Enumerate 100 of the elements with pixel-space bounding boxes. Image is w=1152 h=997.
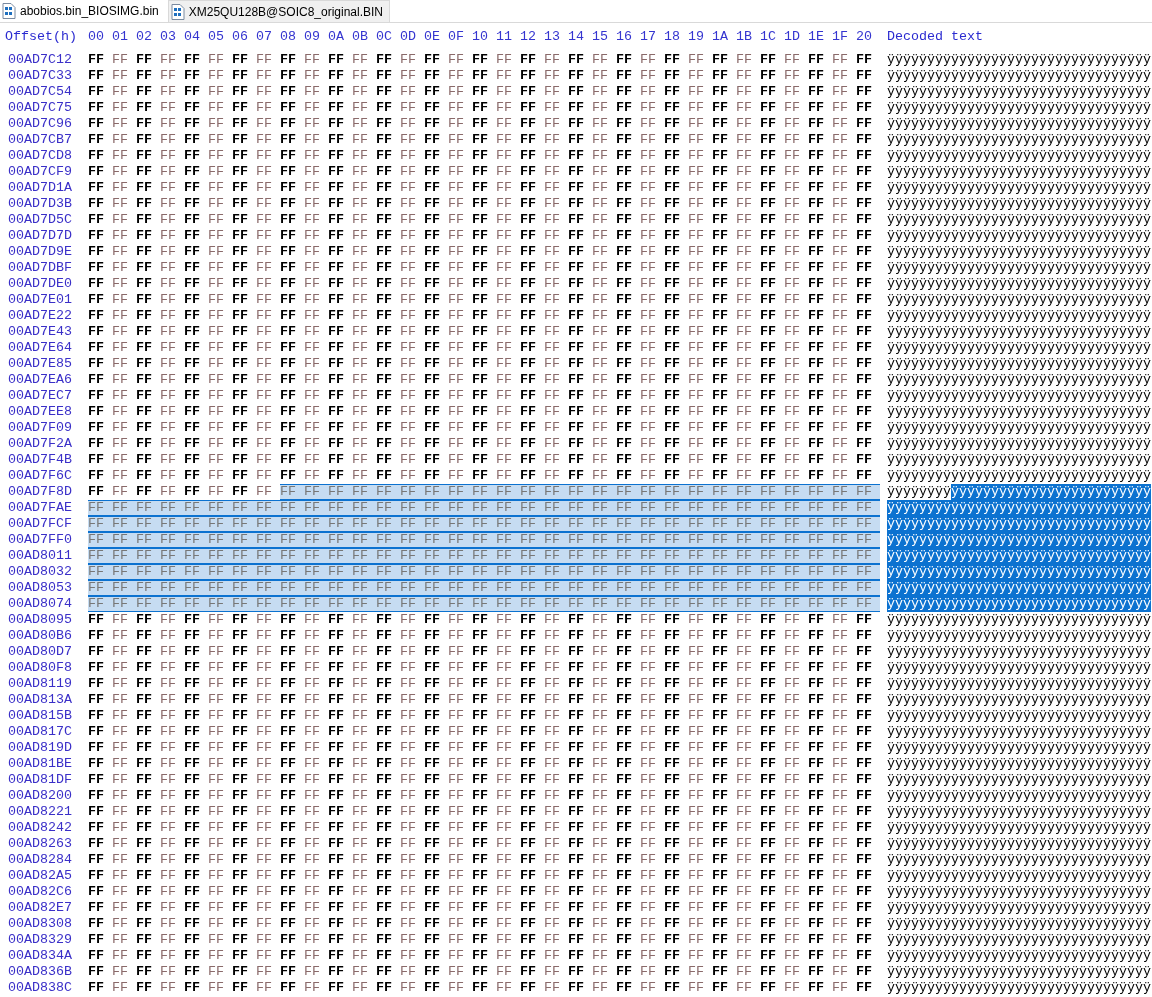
hex-bytes[interactable]: FF FF FF FF FF FF FF FF FF FF FF FF FF FF FF FF FF FF FF FF FF FF FF FF FF FF FF FF FF FF FF FF FF (88, 900, 880, 916)
decoded-text[interactable]: ÿÿÿÿÿÿÿÿÿÿÿÿÿÿÿÿÿÿÿÿÿÿÿÿÿÿÿÿÿÿÿÿÿ (887, 244, 1151, 260)
decoded-text[interactable]: ÿÿÿÿÿÿÿÿÿÿÿÿÿÿÿÿÿÿÿÿÿÿÿÿÿÿÿÿÿÿÿÿÿ (887, 436, 1151, 452)
hex-bytes[interactable]: FF FF FF FF FF FF FF FF FF FF FF FF FF FF FF FF FF FF FF FF FF FF FF FF FF FF FF FF FF FF FF FF FF (88, 852, 880, 868)
decoded-text[interactable]: ÿÿÿÿÿÿÿÿÿÿÿÿÿÿÿÿÿÿÿÿÿÿÿÿÿÿÿÿÿÿÿÿÿ (887, 276, 1151, 292)
hex-bytes[interactable]: FF FF FF FF FF FF FF FF FF FF FF FF FF FF FF FF FF FF FF FF FF FF FF FF FF FF FF FF FF FF FF FF FF (88, 724, 880, 740)
hex-bytes[interactable]: FF FF FF FF FF FF FF FF FF FF FF FF FF FF FF FF FF FF FF FF FF FF FF FF FF FF FF FF FF FF FF FF FF (88, 836, 880, 852)
decoded-text[interactable]: ÿÿÿÿÿÿÿÿÿÿÿÿÿÿÿÿÿÿÿÿÿÿÿÿÿÿÿÿÿÿÿÿÿ (887, 836, 1151, 852)
decoded-text[interactable]: ÿÿÿÿÿÿÿÿÿÿÿÿÿÿÿÿÿÿÿÿÿÿÿÿÿÿÿÿÿÿÿÿÿ (887, 820, 1151, 836)
hex-bytes[interactable]: FF FF FF FF FF FF FF FF FF FF FF FF FF FF FF FF FF FF FF FF FF FF FF FF FF FF FF FF FF FF FF FF FF (88, 644, 880, 660)
decoded-text[interactable]: ÿÿÿÿÿÿÿÿÿÿÿÿÿÿÿÿÿÿÿÿÿÿÿÿÿÿÿÿÿÿÿÿÿ (887, 580, 1151, 596)
hex-bytes[interactable]: FF FF FF FF FF FF FF FF FF FF FF FF FF FF FF FF FF FF FF FF FF FF FF FF FF FF FF FF FF FF FF FF FF (88, 468, 880, 484)
decoded-text[interactable]: ÿÿÿÿÿÿÿÿÿÿÿÿÿÿÿÿÿÿÿÿÿÿÿÿÿÿÿÿÿÿÿÿÿ (887, 372, 1151, 388)
decoded-text[interactable]: ÿÿÿÿÿÿÿÿÿÿÿÿÿÿÿÿÿÿÿÿÿÿÿÿÿÿÿÿÿÿÿÿÿ (887, 932, 1151, 948)
hex-bytes[interactable]: FF FF FF FF FF FF FF FF FF FF FF FF FF FF FF FF FF FF FF FF FF FF FF FF FF FF FF FF FF FF FF FF FF (88, 916, 880, 932)
decoded-text[interactable]: ÿÿÿÿÿÿÿÿ (887, 484, 951, 500)
hex-bytes[interactable]: FF FF FF FF FF FF FF FF FF FF FF FF FF FF FF FF FF FF FF FF FF FF FF FF FF FF FF FF FF FF FF FF FF (88, 180, 880, 196)
file-tab[interactable]: XM25QU128B@SOIC8_original.BIN (167, 0, 391, 22)
decoded-text[interactable]: ÿÿÿÿÿÿÿÿÿÿÿÿÿÿÿÿÿÿÿÿÿÿÿÿÿÿÿÿÿÿÿÿÿ (887, 308, 1151, 324)
hex-bytes[interactable]: FF FF FF FF FF FF FF FF FF FF FF FF FF FF FF FF FF FF FF FF FF FF FF FF FF FF FF FF FF FF FF FF FF (88, 772, 880, 788)
decoded-text[interactable]: ÿÿÿÿÿÿÿÿÿÿÿÿÿÿÿÿÿÿÿÿÿÿÿÿÿÿÿÿÿÿÿÿÿ (887, 116, 1151, 132)
hex-bytes[interactable]: FF FF FF FF FF FF FF FF FF FF FF FF FF FF FF FF FF FF FF FF FF FF FF FF FF FF FF FF FF FF FF FF FF (88, 340, 880, 356)
decoded-text[interactable]: ÿÿÿÿÿÿÿÿÿÿÿÿÿÿÿÿÿÿÿÿÿÿÿÿÿÿÿÿÿÿÿÿÿ (887, 724, 1151, 740)
decoded-text[interactable]: ÿÿÿÿÿÿÿÿÿÿÿÿÿÿÿÿÿÿÿÿÿÿÿÿÿÿÿÿÿÿÿÿÿ (887, 548, 1151, 564)
hex-bytes[interactable]: FF FF FF FF FF FF FF FF FF FF FF FF FF FF FF FF FF FF FF FF FF FF FF FF FF FF FF FF FF FF FF FF FF (88, 452, 880, 468)
hex-bytes[interactable]: FF FF FF FF FF FF FF FF FF FF FF FF FF FF FF FF FF FF FF FF FF FF FF FF FF FF FF FF FF FF FF FF FF (88, 932, 880, 948)
decoded-text[interactable]: ÿÿÿÿÿÿÿÿÿÿÿÿÿÿÿÿÿÿÿÿÿÿÿÿÿÿÿÿÿÿÿÿÿ (887, 772, 1151, 788)
hex-bytes[interactable]: FF FF FF FF FF FF FF FF FF FF FF FF FF FF FF FF FF FF FF FF FF FF FF FF FF FF FF FF FF FF FF FF FF (88, 116, 880, 132)
decoded-text[interactable]: ÿÿÿÿÿÿÿÿÿÿÿÿÿÿÿÿÿÿÿÿÿÿÿÿÿ (951, 484, 1151, 500)
decoded-text[interactable]: ÿÿÿÿÿÿÿÿÿÿÿÿÿÿÿÿÿÿÿÿÿÿÿÿÿÿÿÿÿÿÿÿÿ (887, 292, 1151, 308)
decoded-text[interactable]: ÿÿÿÿÿÿÿÿÿÿÿÿÿÿÿÿÿÿÿÿÿÿÿÿÿÿÿÿÿÿÿÿÿ (887, 404, 1151, 420)
decoded-text[interactable]: ÿÿÿÿÿÿÿÿÿÿÿÿÿÿÿÿÿÿÿÿÿÿÿÿÿÿÿÿÿÿÿÿÿ (887, 596, 1151, 612)
hex-bytes[interactable]: FF FF FF FF FF FF FF FF FF FF FF FF FF FF FF FF FF FF FF FF FF FF FF FF FF FF FF FF FF FF FF FF FF (88, 740, 880, 756)
hex-bytes[interactable]: FF FF FF FF FF FF FF FF FF FF FF FF FF FF FF FF FF FF FF FF FF FF FF FF FF FF FF FF FF FF FF FF FF (88, 388, 880, 404)
hex-bytes[interactable]: FF FF FF FF FF FF FF FF FF FF FF FF FF FF FF FF FF FF FF FF FF FF FF FF FF FF FF FF FF FF FF FF FF (88, 692, 880, 708)
hex-bytes[interactable]: FF FF FF FF FF FF FF FF FF FF FF FF FF FF FF FF FF FF FF FF FF FF FF FF FF FF FF FF FF FF FF FF FF (88, 404, 880, 420)
hex-bytes[interactable]: FF FF FF FF FF FF FF FF FF FF FF FF FF FF FF FF FF FF FF FF FF FF FF FF FF FF FF FF FF FF FF FF FF (88, 308, 880, 324)
decoded-text[interactable]: ÿÿÿÿÿÿÿÿÿÿÿÿÿÿÿÿÿÿÿÿÿÿÿÿÿÿÿÿÿÿÿÿÿ (887, 532, 1151, 548)
decoded-text[interactable]: ÿÿÿÿÿÿÿÿÿÿÿÿÿÿÿÿÿÿÿÿÿÿÿÿÿÿÿÿÿÿÿÿÿ (887, 260, 1151, 276)
decoded-text[interactable]: ÿÿÿÿÿÿÿÿÿÿÿÿÿÿÿÿÿÿÿÿÿÿÿÿÿÿÿÿÿÿÿÿÿ (887, 52, 1151, 68)
hex-bytes[interactable]: FF FF FF FF FF FF FF FF FF FF FF FF FF FF FF FF FF FF FF FF FF FF FF FF FF FF FF FF FF FF FF FF FF (88, 756, 880, 772)
decoded-text[interactable]: ÿÿÿÿÿÿÿÿÿÿÿÿÿÿÿÿÿÿÿÿÿÿÿÿÿÿÿÿÿÿÿÿÿ (887, 132, 1151, 148)
hex-bytes[interactable]: FF FF FF FF FF FF FF FF FF FF FF FF FF FF FF FF FF FF FF FF FF FF FF FF FF FF FF FF FF FF FF FF FF (88, 100, 880, 116)
hex-bytes[interactable]: FF FF FF FF FF FF FF FF FF FF FF FF FF FF FF FF FF FF FF FF FF FF FF FF FF FF FF FF FF FF FF FF FF (88, 372, 880, 388)
hex-bytes[interactable]: FF FF FF FF FF FF FF FF FF FF FF FF FF FF FF FF FF FF FF FF FF FF FF FF FF FF FF FF FF FF FF FF FF (88, 948, 880, 964)
hex-bytes[interactable]: FF FF FF FF FF FF FF FF FF FF FF FF FF FF FF FF FF FF FF FF FF FF FF FF FF FF FF FF FF FF FF FF FF (88, 356, 880, 372)
decoded-text[interactable]: ÿÿÿÿÿÿÿÿÿÿÿÿÿÿÿÿÿÿÿÿÿÿÿÿÿÿÿÿÿÿÿÿÿ (887, 196, 1151, 212)
decoded-text[interactable]: ÿÿÿÿÿÿÿÿÿÿÿÿÿÿÿÿÿÿÿÿÿÿÿÿÿÿÿÿÿÿÿÿÿ (887, 964, 1151, 980)
decoded-text[interactable]: ÿÿÿÿÿÿÿÿÿÿÿÿÿÿÿÿÿÿÿÿÿÿÿÿÿÿÿÿÿÿÿÿÿ (887, 564, 1151, 580)
decoded-text[interactable]: ÿÿÿÿÿÿÿÿÿÿÿÿÿÿÿÿÿÿÿÿÿÿÿÿÿÿÿÿÿÿÿÿÿ (887, 900, 1151, 916)
hex-bytes[interactable]: FF FF FF FF FF FF FF FF FF FF FF FF FF FF FF FF FF FF FF FF FF FF FF FF FF FF FF FF FF FF FF FF FF (88, 868, 880, 884)
hex-bytes[interactable]: FF FF FF FF FF FF FF FF FF FF FF FF FF FF FF FF FF FF FF FF FF FF FF FF FF FF FF FF FF FF FF FF FF (88, 196, 880, 212)
decoded-text[interactable]: ÿÿÿÿÿÿÿÿÿÿÿÿÿÿÿÿÿÿÿÿÿÿÿÿÿÿÿÿÿÿÿÿÿ (887, 756, 1151, 772)
decoded-text[interactable]: ÿÿÿÿÿÿÿÿÿÿÿÿÿÿÿÿÿÿÿÿÿÿÿÿÿÿÿÿÿÿÿÿÿ (887, 340, 1151, 356)
hex-bytes[interactable]: FF FF FF FF FF FF FF FF FF FF FF FF FF FF FF FF FF FF FF FF FF FF FF FF FF FF FF FF FF FF FF FF FF (88, 436, 880, 452)
hex-bytes[interactable]: FF FF FF FF FF FF FF FF FF FF FF FF FF FF FF FF FF FF FF FF FF FF FF FF FF FF FF FF FF FF FF FF FF (88, 804, 880, 820)
hex-bytes[interactable]: FF FF FF FF FF FF FF FF FF FF FF FF FF FF FF FF FF FF FF FF FF FF FF FF FF FF FF FF FF FF FF FF FF (88, 676, 880, 692)
hex-bytes[interactable]: FF FF FF FF FF FF FF FF FF FF FF FF FF FF FF FF FF FF FF FF FF FF FF FF FF FF FF FF FF FF FF FF FF (88, 52, 880, 68)
decoded-text[interactable]: ÿÿÿÿÿÿÿÿÿÿÿÿÿÿÿÿÿÿÿÿÿÿÿÿÿÿÿÿÿÿÿÿÿ (887, 788, 1151, 804)
decoded-text[interactable]: ÿÿÿÿÿÿÿÿÿÿÿÿÿÿÿÿÿÿÿÿÿÿÿÿÿÿÿÿÿÿÿÿÿ (887, 948, 1151, 964)
decoded-text[interactable]: ÿÿÿÿÿÿÿÿÿÿÿÿÿÿÿÿÿÿÿÿÿÿÿÿÿÿÿÿÿÿÿÿÿ (887, 916, 1151, 932)
hex-bytes[interactable]: FF FF FF FF FF FF FF FF FF FF FF FF FF FF FF FF FF FF FF FF FF FF FF FF FF FF FF FF FF FF FF FF FF (88, 964, 880, 980)
hex-bytes[interactable]: FF FF FF FF FF FF FF FF FF FF FF FF FF FF FF FF FF FF FF FF FF FF FF FF FF FF FF FF FF FF FF FF FF (88, 292, 880, 308)
decoded-text[interactable]: ÿÿÿÿÿÿÿÿÿÿÿÿÿÿÿÿÿÿÿÿÿÿÿÿÿÿÿÿÿÿÿÿÿ (887, 148, 1151, 164)
decoded-text[interactable]: ÿÿÿÿÿÿÿÿÿÿÿÿÿÿÿÿÿÿÿÿÿÿÿÿÿÿÿÿÿÿÿÿÿ (887, 660, 1151, 676)
hex-bytes[interactable]: FF FF FF FF FF FF FF FF FF FF FF FF FF FF FF FF FF FF FF FF FF FF FF FF FF FF FF FF FF FF FF FF FF (88, 276, 880, 292)
decoded-text[interactable]: ÿÿÿÿÿÿÿÿÿÿÿÿÿÿÿÿÿÿÿÿÿÿÿÿÿÿÿÿÿÿÿÿÿ (887, 324, 1151, 340)
hex-bytes[interactable]: FF FF FF FF FF FF FF FF FF FF FF FF FF FF FF FF FF FF FF FF FF FF FF FF FF FF FF FF FF FF FF FF FF (88, 132, 880, 148)
decoded-text[interactable]: ÿÿÿÿÿÿÿÿÿÿÿÿÿÿÿÿÿÿÿÿÿÿÿÿÿÿÿÿÿÿÿÿÿ (887, 628, 1151, 644)
decoded-text[interactable]: ÿÿÿÿÿÿÿÿÿÿÿÿÿÿÿÿÿÿÿÿÿÿÿÿÿÿÿÿÿÿÿÿÿ (887, 708, 1151, 724)
decoded-text[interactable]: ÿÿÿÿÿÿÿÿÿÿÿÿÿÿÿÿÿÿÿÿÿÿÿÿÿÿÿÿÿÿÿÿÿ (887, 516, 1151, 532)
hex-bytes[interactable]: FF FF FF FF FF FF FF FF (88, 484, 280, 500)
decoded-text[interactable]: ÿÿÿÿÿÿÿÿÿÿÿÿÿÿÿÿÿÿÿÿÿÿÿÿÿÿÿÿÿÿÿÿÿ (887, 228, 1151, 244)
hex-bytes[interactable]: FF FF FF FF FF FF FF FF FF FF FF FF FF FF FF FF FF FF FF FF FF FF FF FF FF FF FF FF FF FF FF FF FF (88, 228, 880, 244)
decoded-text[interactable]: ÿÿÿÿÿÿÿÿÿÿÿÿÿÿÿÿÿÿÿÿÿÿÿÿÿÿÿÿÿÿÿÿÿ (887, 468, 1151, 484)
hex-bytes[interactable]: FF FF FF FF FF FF FF FF FF FF FF FF FF FF FF FF FF FF FF FF FF FF FF FF FF FF FF FF FF FF FF FF FF (88, 660, 880, 676)
decoded-text[interactable]: ÿÿÿÿÿÿÿÿÿÿÿÿÿÿÿÿÿÿÿÿÿÿÿÿÿÿÿÿÿÿÿÿÿ (887, 388, 1151, 404)
hex-bytes[interactable]: FF FF FF FF FF FF FF FF FF FF FF FF FF FF FF FF FF FF FF FF FF FF FF FF FF FF FF FF FF FF FF FF FF (88, 244, 880, 260)
hex-bytes[interactable]: FF FF FF FF FF FF FF FF FF FF FF FF FF FF FF FF FF FF FF FF FF FF FF FF FF FF FF FF FF FF FF FF FF (88, 980, 880, 996)
decoded-text[interactable]: ÿÿÿÿÿÿÿÿÿÿÿÿÿÿÿÿÿÿÿÿÿÿÿÿÿÿÿÿÿÿÿÿÿ (887, 84, 1151, 100)
decoded-text[interactable]: ÿÿÿÿÿÿÿÿÿÿÿÿÿÿÿÿÿÿÿÿÿÿÿÿÿÿÿÿÿÿÿÿÿ (887, 68, 1151, 84)
hex-bytes[interactable]: FF FF FF FF FF FF FF FF FF FF FF FF FF FF FF FF FF FF FF FF FF FF FF FF FF FF FF FF FF FF FF FF FF (88, 420, 880, 436)
decoded-text[interactable]: ÿÿÿÿÿÿÿÿÿÿÿÿÿÿÿÿÿÿÿÿÿÿÿÿÿÿÿÿÿÿÿÿÿ (887, 452, 1151, 468)
decoded-text[interactable]: ÿÿÿÿÿÿÿÿÿÿÿÿÿÿÿÿÿÿÿÿÿÿÿÿÿÿÿÿÿÿÿÿÿ (887, 180, 1151, 196)
decoded-text[interactable]: ÿÿÿÿÿÿÿÿÿÿÿÿÿÿÿÿÿÿÿÿÿÿÿÿÿÿÿÿÿÿÿÿÿ (887, 356, 1151, 372)
hex-bytes[interactable]: FF FF FF FF FF FF FF FF FF FF FF FF FF FF FF FF FF FF FF FF FF FF FF FF FF FF FF FF FF FF FF FF FF (88, 820, 880, 836)
decoded-text[interactable]: ÿÿÿÿÿÿÿÿÿÿÿÿÿÿÿÿÿÿÿÿÿÿÿÿÿÿÿÿÿÿÿÿÿ (887, 804, 1151, 820)
hex-bytes[interactable]: FF FF FF FF FF FF FF FF FF FF FF FF FF FF FF FF FF FF FF FF FF FF FF FF FF FF FF FF FF FF FF FF FF (88, 84, 880, 100)
decoded-text[interactable]: ÿÿÿÿÿÿÿÿÿÿÿÿÿÿÿÿÿÿÿÿÿÿÿÿÿÿÿÿÿÿÿÿÿ (887, 100, 1151, 116)
hex-bytes[interactable]: FF FF FF FF FF FF FF FF FF FF FF FF FF FF FF FF FF FF FF FF FF FF FF FF FF FF FF FF FF FF FF FF FF (88, 164, 880, 180)
hex-bytes[interactable]: FF FF FF FF FF FF FF FF FF FF FF FF FF FF FF FF FF FF FF FF FF FF FF FF FF FF FF FF FF FF FF FF FF (88, 212, 880, 228)
decoded-text[interactable]: ÿÿÿÿÿÿÿÿÿÿÿÿÿÿÿÿÿÿÿÿÿÿÿÿÿÿÿÿÿÿÿÿÿ (887, 868, 1151, 884)
decoded-text[interactable]: ÿÿÿÿÿÿÿÿÿÿÿÿÿÿÿÿÿÿÿÿÿÿÿÿÿÿÿÿÿÿÿÿÿ (887, 692, 1151, 708)
decoded-text[interactable]: ÿÿÿÿÿÿÿÿÿÿÿÿÿÿÿÿÿÿÿÿÿÿÿÿÿÿÿÿÿÿÿÿÿ (887, 980, 1151, 996)
decoded-text[interactable]: ÿÿÿÿÿÿÿÿÿÿÿÿÿÿÿÿÿÿÿÿÿÿÿÿÿÿÿÿÿÿÿÿÿ (887, 212, 1151, 228)
decoded-text[interactable]: ÿÿÿÿÿÿÿÿÿÿÿÿÿÿÿÿÿÿÿÿÿÿÿÿÿÿÿÿÿÿÿÿÿ (887, 884, 1151, 900)
decoded-text[interactable]: ÿÿÿÿÿÿÿÿÿÿÿÿÿÿÿÿÿÿÿÿÿÿÿÿÿÿÿÿÿÿÿÿÿ (887, 612, 1151, 628)
hex-bytes[interactable]: FF FF FF FF FF FF FF FF FF FF FF FF FF FF FF FF FF FF FF FF FF FF FF FF FF FF FF FF FF FF FF FF FF (88, 788, 880, 804)
decoded-text[interactable]: ÿÿÿÿÿÿÿÿÿÿÿÿÿÿÿÿÿÿÿÿÿÿÿÿÿÿÿÿÿÿÿÿÿ (887, 644, 1151, 660)
hex-bytes[interactable]: FF FF FF FF FF FF FF FF FF FF FF FF FF FF FF FF FF FF FF FF FF FF FF FF FF FF FF FF FF FF FF FF FF (88, 260, 880, 276)
